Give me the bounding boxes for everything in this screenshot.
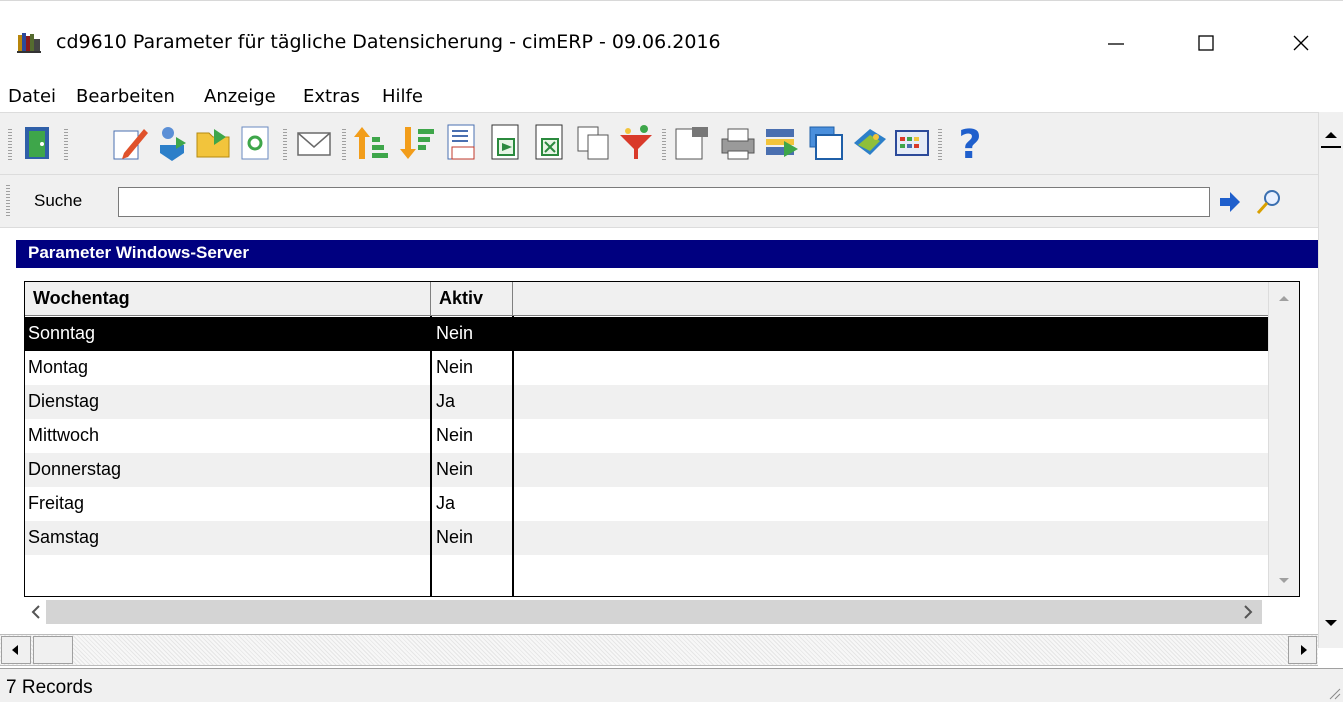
table-row[interactable]: Samstag Nein (25, 521, 1268, 555)
column-divider (430, 316, 432, 596)
menu-anzeige[interactable]: Anzeige (204, 86, 276, 107)
scroll-down-icon[interactable] (1319, 612, 1343, 632)
table-row[interactable]: Donnerstag Nein (25, 453, 1268, 487)
table-row[interactable]: Sonntag Nein (25, 317, 1268, 351)
toolbar-separator (938, 129, 942, 161)
scroll-up-icon[interactable] (1319, 124, 1343, 144)
data-grid: Wochentag Aktiv Sonntag Nein Montag Nein… (24, 281, 1300, 597)
section-header: Parameter Windows-Server (16, 240, 1318, 268)
sort-descending-icon[interactable] (398, 123, 438, 163)
cell-day: Sonntag (28, 323, 96, 343)
table-row[interactable]: Freitag Ja (25, 487, 1268, 521)
toolbar-separator (64, 129, 68, 161)
calculator-icon[interactable] (442, 123, 482, 163)
scroll-track[interactable] (46, 600, 1262, 624)
search-label: Suche (34, 191, 83, 210)
cell-active: Nein (436, 357, 474, 377)
grid-icon[interactable] (892, 123, 932, 163)
cell-day: Donnerstag (28, 459, 122, 479)
print-icon[interactable] (718, 123, 758, 163)
menu-bearbeiten[interactable]: Bearbeiten (76, 86, 175, 107)
open-folder-icon[interactable] (194, 123, 234, 163)
status-bar: 7 Records (0, 668, 1343, 702)
grid-vertical-scrollbar[interactable] (1268, 282, 1299, 596)
table-row[interactable]: Dienstag Ja (25, 385, 1268, 419)
outer-horizontal-scrollbar[interactable] (0, 634, 1318, 666)
maximize-button[interactable] (1186, 23, 1226, 63)
books-app-icon (17, 33, 41, 53)
column-header-aktiv[interactable]: Aktiv (431, 282, 513, 316)
grid-horizontal-scrollbar[interactable] (16, 598, 1302, 626)
toolbar-separator (342, 129, 346, 161)
scroll-left-button[interactable] (1, 636, 31, 664)
record-count: 7 Records (6, 677, 93, 698)
go-arrow-icon[interactable] (1216, 188, 1244, 216)
scroll-up-icon[interactable] (1269, 288, 1299, 308)
minimize-button[interactable] (1096, 23, 1136, 63)
cell-active: Nein (436, 323, 474, 343)
toolbar-separator (6, 185, 10, 217)
search-bar: Suche (0, 174, 1318, 228)
cell-active: Ja (436, 391, 456, 411)
svg-text:?: ? (958, 123, 981, 163)
cell-day: Dienstag (28, 391, 100, 411)
properties-icon[interactable] (672, 123, 712, 163)
export-icon[interactable] (486, 123, 526, 163)
menu-hilfe[interactable]: Hilfe (382, 86, 423, 107)
title-bar: cd9610 Parameter für tägliche Datensiche… (0, 0, 1343, 78)
sort-ascending-icon[interactable] (352, 123, 392, 163)
scroll-right-button[interactable] (1288, 636, 1317, 664)
toolbar-separator (662, 129, 666, 161)
cell-day: Freitag (28, 493, 85, 513)
scroll-thumb[interactable] (33, 636, 73, 664)
column-divider (512, 316, 514, 596)
help-icon[interactable]: ? (950, 123, 990, 163)
menu-datei[interactable]: Datei (8, 86, 56, 107)
outer-vertical-scrollbar[interactable] (1318, 112, 1343, 648)
menu-extras[interactable]: Extras (303, 86, 360, 107)
scroll-left-icon[interactable] (24, 600, 48, 624)
toolbar: ? (0, 112, 1318, 174)
copy-icon[interactable] (574, 123, 614, 163)
table-row[interactable]: Montag Nein (25, 351, 1268, 385)
cell-day: Montag (28, 357, 89, 377)
minimize-icon (1108, 43, 1124, 45)
scroll-down-icon[interactable] (1269, 570, 1299, 590)
book-icon[interactable] (850, 123, 890, 163)
excel-icon[interactable] (530, 123, 570, 163)
cell-active: Ja (436, 493, 456, 513)
close-icon (1293, 35, 1309, 51)
toolbar-separator (8, 129, 12, 161)
cell-active: Nein (436, 459, 474, 479)
mail-icon[interactable] (294, 123, 334, 163)
scroll-right-icon[interactable] (1236, 600, 1260, 624)
scroll-left-icon (12, 645, 18, 655)
refresh-icon[interactable] (236, 123, 276, 163)
search-input[interactable] (118, 187, 1210, 217)
maximize-icon (1198, 35, 1214, 51)
resize-grip-icon[interactable] (1327, 686, 1341, 700)
windows-icon[interactable] (806, 123, 846, 163)
cell-day: Samstag (28, 527, 100, 547)
search-icon[interactable] (1254, 187, 1284, 217)
menu-bar: Datei Bearbeiten Anzeige Extras Hilfe (0, 78, 1343, 112)
cell-active: Nein (436, 527, 474, 547)
scroll-divider (1321, 146, 1341, 148)
empty-row (25, 555, 1268, 589)
table-row[interactable]: Mittwoch Nein (25, 419, 1268, 453)
edit-pencil-icon[interactable] (110, 123, 150, 163)
transfer-icon[interactable] (762, 123, 802, 163)
cell-active: Nein (436, 425, 474, 445)
import-icon[interactable] (152, 123, 192, 163)
toolbar-separator (283, 129, 287, 161)
filter-icon[interactable] (616, 123, 656, 163)
exit-door-icon[interactable] (17, 123, 57, 163)
window-title: cd9610 Parameter für tägliche Datensiche… (56, 31, 721, 53)
close-button[interactable] (1281, 23, 1321, 63)
scroll-right-icon (1301, 645, 1307, 655)
column-header-wochentag[interactable]: Wochentag (25, 282, 431, 316)
cell-day: Mittwoch (28, 425, 100, 445)
grid-header: Wochentag Aktiv (25, 282, 1268, 316)
